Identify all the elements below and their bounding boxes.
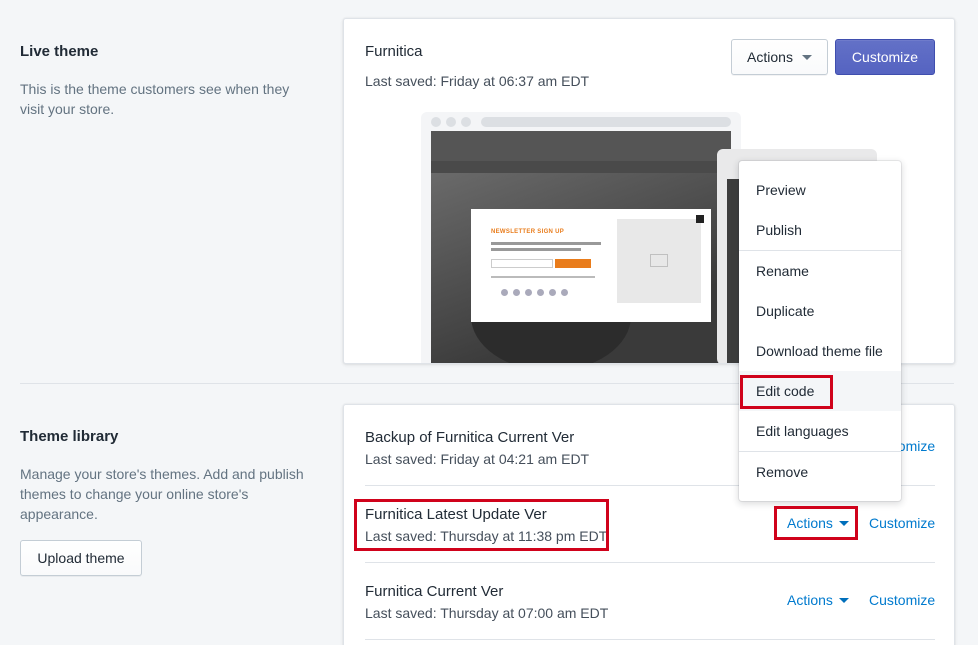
close-icon bbox=[696, 215, 704, 223]
live-theme-description: This is the theme customers see when the… bbox=[20, 81, 290, 117]
live-customize-button[interactable]: Customize bbox=[835, 39, 935, 75]
actions-label: Actions bbox=[787, 592, 833, 608]
menu-item-publish[interactable]: Publish bbox=[739, 210, 901, 250]
theme-name: Backup of Furnitica Current Ver bbox=[365, 429, 575, 446]
menu-item-edit-languages[interactable]: Edit languages bbox=[739, 411, 901, 451]
social-icon bbox=[525, 289, 532, 296]
store-header bbox=[431, 131, 731, 161]
social-icon bbox=[561, 289, 568, 296]
menu-item-remove[interactable]: Remove bbox=[739, 452, 901, 492]
menu-item-download-theme-file[interactable]: Download theme file bbox=[739, 331, 901, 371]
chevron-down-icon bbox=[838, 597, 849, 603]
text-line bbox=[491, 248, 581, 251]
theme-name: Furnitica Latest Update Ver bbox=[365, 506, 547, 523]
customize-link[interactable]: Customize bbox=[869, 515, 935, 531]
social-icon bbox=[537, 289, 544, 296]
menu-item-duplicate[interactable]: Duplicate bbox=[739, 291, 901, 331]
row-divider bbox=[365, 562, 935, 563]
newsletter-image-placeholder bbox=[617, 219, 701, 303]
actions-label: Actions bbox=[787, 515, 833, 531]
browser-dot-icon bbox=[446, 117, 456, 127]
storefront-preview: NEWSLETTER SIGN UP bbox=[431, 131, 731, 363]
live-actions-button[interactable]: Actions bbox=[731, 39, 828, 75]
chevron-down-icon bbox=[838, 520, 849, 526]
row-divider bbox=[365, 639, 935, 640]
newsletter-subscribe-button bbox=[555, 259, 591, 268]
menu-item-rename[interactable]: Rename bbox=[739, 251, 901, 291]
desktop-preview: NEWSLETTER SIGN UP bbox=[421, 112, 741, 363]
theme-name: Furnitica Current Ver bbox=[365, 583, 504, 600]
chevron-down-icon bbox=[801, 54, 812, 60]
newsletter-popup: NEWSLETTER SIGN UP bbox=[471, 209, 711, 322]
browser-url-bar bbox=[481, 117, 731, 127]
live-theme-heading: Live theme bbox=[20, 43, 99, 60]
theme-last-saved: Last saved: Thursday at 11:38 pm EDT bbox=[365, 528, 608, 544]
theme-library-heading: Theme library bbox=[20, 428, 119, 445]
actions-link[interactable]: Actions bbox=[787, 592, 849, 608]
menu-item-preview[interactable]: Preview bbox=[739, 170, 901, 210]
actions-link[interactable]: Actions bbox=[787, 515, 849, 531]
social-icon bbox=[513, 289, 520, 296]
browser-dot-icon bbox=[461, 117, 471, 127]
live-theme-last-saved: Last saved: Friday at 06:37 am EDT bbox=[365, 73, 590, 89]
menu-item-edit-code[interactable]: Edit code bbox=[739, 371, 901, 411]
text-line bbox=[491, 242, 601, 245]
store-nav bbox=[431, 161, 731, 173]
browser-dot-icon bbox=[431, 117, 441, 127]
actions-menu: Preview Publish Rename Duplicate Downloa… bbox=[739, 161, 901, 501]
live-theme-name: Furnitica bbox=[365, 43, 423, 60]
theme-library-description: Manage your store's themes. Add and publ… bbox=[20, 466, 304, 522]
newsletter-email-input bbox=[491, 259, 553, 268]
text-line bbox=[491, 276, 595, 278]
social-icon bbox=[549, 289, 556, 296]
customize-link[interactable]: Customize bbox=[869, 592, 935, 608]
theme-last-saved: Last saved: Friday at 04:21 am EDT bbox=[365, 451, 590, 467]
newsletter-title: NEWSLETTER SIGN UP bbox=[491, 229, 565, 235]
social-icon bbox=[501, 289, 508, 296]
upload-theme-button[interactable]: Upload theme bbox=[20, 540, 142, 576]
image-icon bbox=[650, 254, 668, 267]
live-actions-label: Actions bbox=[747, 49, 793, 65]
theme-last-saved: Last saved: Thursday at 07:00 am EDT bbox=[365, 605, 609, 621]
